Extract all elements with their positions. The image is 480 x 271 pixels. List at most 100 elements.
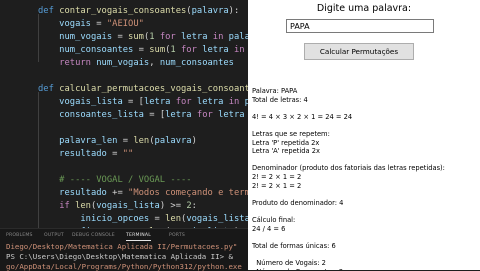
app-window: Digite uma palavra: Calcular Permutações…: [248, 0, 480, 270]
tab-output[interactable]: OUTPUT: [44, 231, 64, 240]
code-token: :: [191, 201, 197, 211]
output-line: Denominador (produto dos fatoriais das l…: [252, 164, 445, 173]
output-line: Produto do denominador: 4: [252, 198, 344, 207]
output-line: Palavra: PAPA: [252, 87, 298, 95]
code-token: palavra: [191, 6, 229, 16]
code-token: return: [80, 0, 112, 3]
code-token: =: [133, 45, 150, 55]
code-line[interactable]: if len(vogais_lista) >= 2:: [38, 200, 197, 213]
code-token: resultado: [38, 188, 107, 198]
code-token: ): [191, 136, 197, 146]
calculate-permutations-button[interactable]: Calcular Permutações: [304, 43, 414, 60]
code-line[interactable]: vogais_lista = [letra for letra in pa: [38, 96, 248, 109]
code-token: +=: [106, 188, 129, 198]
code-token: = [: [122, 97, 144, 107]
tab-debug-console[interactable]: DEBUG CONSOLE: [72, 231, 115, 240]
tab-terminal[interactable]: TERMINAL: [126, 231, 151, 241]
code-token: letra: [165, 110, 192, 120]
code-line[interactable]: # ---- VOGAL / VOGAL ----: [38, 174, 192, 187]
code-line[interactable]: inicio_opcoes = len(vogais_lista): [38, 213, 248, 226]
code-token: calcular_permutacoes_vogais_consoantes: [59, 84, 248, 94]
code-token: "": [122, 149, 134, 159]
code-token: =: [112, 32, 129, 42]
code-token: =: [90, 19, 107, 29]
code-token: = [: [143, 110, 166, 120]
code-line[interactable]: consoantes_lista = [letra for letra: [38, 109, 245, 122]
code-token: len: [75, 201, 91, 211]
code-line[interactable]: vogais = "AEIOU": [38, 18, 144, 31]
terminal-line: Diego/Desktop/Matematica Aplicada II/Per…: [6, 242, 238, 251]
code-token: vogais_lista: [38, 97, 123, 107]
word-input[interactable]: [286, 19, 434, 33]
output-line: 2! = 2 × 1 = 2: [252, 173, 302, 181]
code-token: ) >=: [159, 201, 187, 211]
code-token: sum: [128, 32, 144, 42]
code-token: num_vogais: [38, 32, 113, 42]
code-line[interactable]: def contar_vogais_consoantes(palavra):: [38, 5, 239, 18]
code-token: len: [133, 136, 150, 146]
code-line[interactable]: num_consoantes = sum(1 for letra in pa: [38, 44, 248, 57]
code-token: letra: [212, 110, 245, 120]
terminal-panel[interactable]: PROBLEMS OUTPUT DEBUG CONSOLE TERMINAL PORTS…: [0, 228, 248, 271]
code-token: len: [165, 214, 182, 224]
code-token: ,: [149, 58, 160, 68]
code-token: num_vogais: [90, 58, 150, 68]
output-line: 4! = 4 × 3 × 2 × 1 = 24 = 24: [252, 112, 353, 121]
code-token: consoantes_lista: [38, 110, 144, 120]
code-token: resultado: [38, 149, 107, 159]
code-line[interactable]: resultado = "": [38, 148, 133, 161]
output-line: Número de Vogais: 2: [252, 259, 326, 267]
code-token: =: [106, 149, 123, 159]
code-token: letra: [175, 32, 213, 42]
code-line[interactable]: num_vogais = sum(1 for letra in palavra: [38, 31, 248, 44]
tab-ports[interactable]: PORTS: [169, 231, 185, 240]
code-token: in: [212, 32, 224, 42]
code-token: num_consoantes: [159, 58, 234, 68]
tab-problems[interactable]: PROBLEMS: [6, 231, 33, 240]
code-token: vogais: [38, 19, 91, 29]
code-token: palavra_len: [38, 136, 118, 146]
code-token: return: [59, 58, 91, 68]
code-token: inicio_opcoes: [38, 214, 150, 224]
line-number-gutter: [0, 0, 30, 228]
code-line[interactable]: def calcular_permutacoes_vogais_consoant…: [38, 83, 248, 96]
code-token: letra: [143, 97, 171, 107]
code-token: # ---- VOGAL / VOGAL ----: [38, 175, 192, 185]
prompt-label: Digite uma palavra:: [316, 3, 412, 14]
code-token: letra: [191, 97, 229, 107]
code-token: for: [181, 45, 197, 55]
code-token: num_consoantes: [38, 45, 134, 55]
code-area[interactable]: return False def contar_vogais_consoantes…: [38, 0, 248, 228]
code-token: def: [38, 6, 54, 16]
code-token: pa: [244, 97, 248, 107]
terminal-line: PS C:\Users\Diego\Desktop\Matematica Apl…: [6, 252, 233, 261]
output-line: Letras que se repetem:: [252, 130, 330, 138]
code-line[interactable]: palavra_len = len(palavra): [38, 135, 197, 148]
output-line: Letra 'P' repetida 2x: [252, 138, 320, 147]
output-line: Cálculo final:: [252, 216, 296, 224]
code-line[interactable]: return num_vogais, num_consoantes: [38, 57, 234, 70]
code-editor[interactable]: return False def contar_vogais_consoantes…: [0, 0, 248, 228]
code-token: ):: [228, 6, 240, 16]
code-token: for: [175, 97, 192, 107]
code-token: "Modos começando e termina: [128, 188, 248, 198]
code-token: in: [233, 45, 245, 55]
code-token: "AEIOU": [106, 19, 144, 29]
output-line: Total de formas únicas: 6: [252, 241, 336, 250]
code-token: for: [196, 110, 213, 120]
code-token: =: [149, 214, 166, 224]
code-token: palavra: [154, 136, 192, 146]
code-token: vogais_lista: [186, 214, 248, 224]
code-token: sum: [149, 45, 166, 55]
code-line[interactable]: resultado += "Modos começando e termina: [38, 187, 248, 200]
code-token: in: [228, 97, 240, 107]
output-line: Letra 'A' repetida 2x: [252, 147, 320, 156]
code-token: if: [59, 201, 70, 211]
code-token: =: [117, 136, 134, 146]
code-token: def: [38, 84, 54, 94]
code-token: False: [117, 0, 143, 3]
code-token: palavra: [228, 32, 248, 42]
